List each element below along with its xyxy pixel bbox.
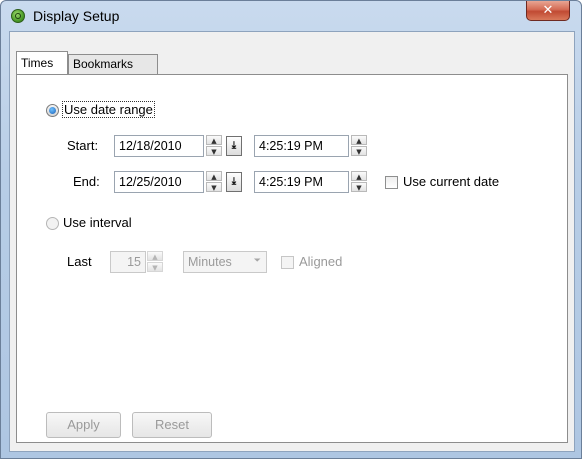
spin-up-icon[interactable]: ▲ <box>206 171 222 181</box>
aligned-checkbox[interactable] <box>281 256 294 269</box>
spin-down-icon[interactable]: ▼ <box>206 146 222 156</box>
dialog-client-area: Times Bookmarks Use date range Start: 12… <box>9 31 575 452</box>
last-label: Last <box>67 254 92 269</box>
spin-down-icon[interactable]: ▼ <box>351 182 367 192</box>
spin-up-icon[interactable]: ▲ <box>351 135 367 145</box>
use-current-date-label[interactable]: Use current date <box>403 174 499 189</box>
start-time-spinner[interactable]: ▲ ▼ <box>351 135 367 157</box>
spin-down-icon[interactable]: ▼ <box>147 262 163 272</box>
spin-down-icon[interactable]: ▼ <box>206 182 222 192</box>
download-arrow-icon: ⤓ <box>231 140 237 151</box>
start-date-field[interactable]: 12/18/2010 <box>114 135 204 157</box>
start-label: Start: <box>67 138 99 153</box>
aligned-label[interactable]: Aligned <box>299 254 342 269</box>
start-date-picker-button[interactable]: ⤓ <box>226 136 242 156</box>
end-date-field[interactable]: 12/25/2010 <box>114 171 204 193</box>
spin-up-icon[interactable]: ▲ <box>147 251 163 261</box>
download-arrow-icon: ⤓ <box>231 176 237 187</box>
use-date-range-label[interactable]: Use date range <box>62 101 155 118</box>
close-button[interactable]: ✕ <box>526 1 570 21</box>
end-time-spinner[interactable]: ▲ ▼ <box>351 171 367 193</box>
chevron-down-icon: ⏷ <box>253 255 261 265</box>
close-icon: ✕ <box>542 3 554 18</box>
start-time-field[interactable]: 4:25:19 PM <box>254 135 349 157</box>
end-date-picker-button[interactable]: ⤓ <box>226 172 242 192</box>
interval-unit-value: Minutes <box>188 255 232 269</box>
interval-value-field[interactable]: 15 <box>110 251 146 273</box>
window-title: Display Setup <box>33 8 120 24</box>
interval-unit-select[interactable]: Minutes ⏷ <box>183 251 267 273</box>
tab-times[interactable]: Times <box>16 51 68 74</box>
spin-up-icon[interactable]: ▲ <box>206 135 222 145</box>
spin-up-icon[interactable]: ▲ <box>351 171 367 181</box>
end-date-spinner[interactable]: ▲ ▼ <box>206 171 222 193</box>
tab-bookmarks[interactable]: Bookmarks <box>68 54 158 74</box>
use-interval-label[interactable]: Use interval <box>63 215 132 230</box>
end-label: End: <box>73 174 100 189</box>
start-date-spinner[interactable]: ▲ ▼ <box>206 135 222 157</box>
use-current-date-checkbox[interactable] <box>385 176 398 189</box>
end-time-field[interactable]: 4:25:19 PM <box>254 171 349 193</box>
use-interval-radio[interactable] <box>46 217 59 230</box>
interval-value-spinner[interactable]: ▲ ▼ <box>147 251 163 273</box>
display-setup-window: Display Setup ✕ Times Bookmarks Use date… <box>0 0 582 459</box>
apply-button[interactable]: Apply <box>46 412 121 438</box>
reset-button[interactable]: Reset <box>132 412 212 438</box>
spin-down-icon[interactable]: ▼ <box>351 146 367 156</box>
title-bar[interactable]: Display Setup ✕ <box>1 1 581 31</box>
times-panel: Use date range Start: 12/18/2010 ▲ ▼ ⤓ 4… <box>16 74 568 443</box>
app-globe-icon <box>11 9 25 23</box>
use-date-range-radio[interactable] <box>46 104 59 117</box>
